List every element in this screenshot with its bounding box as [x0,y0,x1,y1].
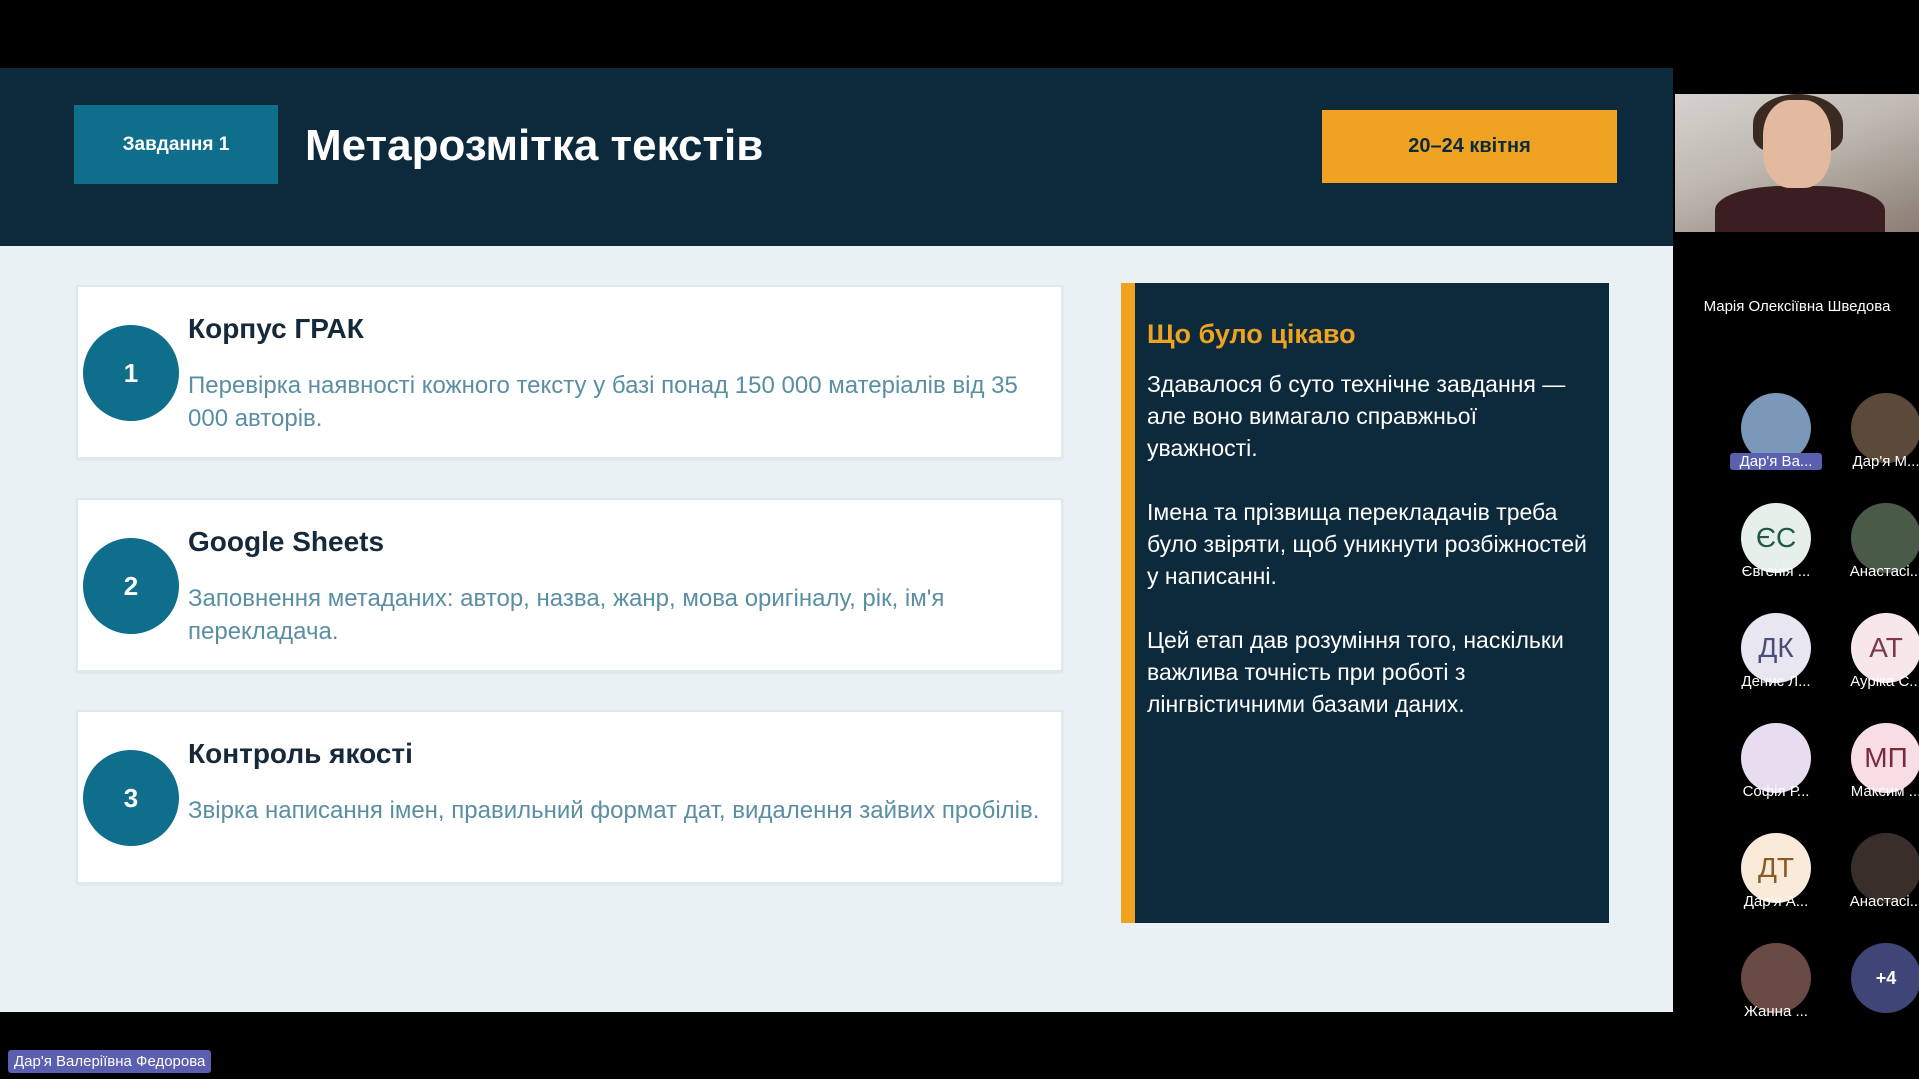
step-number: 3 [83,750,179,846]
slide-header: Завдання 1 Метарозмітка текстів 20–24 кв… [0,68,1673,246]
step-description: Перевірка наявності кожного тексту у баз… [188,372,1018,432]
step-card-1: 1 Корпус ГРАК Перевірка наявності кожног… [76,285,1063,459]
shared-slide: Завдання 1 Метарозмітка текстів 20–24 кв… [0,68,1673,1012]
step-number: 2 [83,538,179,634]
video-person-body [1715,186,1885,232]
insight-paragraph: Імена та прізвища перекладачів треба бул… [1147,499,1587,589]
participant-name: Жанна ... [1744,1003,1808,1020]
participant-name: Дар'я А... [1743,893,1809,910]
step-number: 1 [83,325,179,421]
participant-name: Софія Р... [1742,783,1810,800]
participant-name: Анастасі... [1849,893,1919,910]
step-card-3: 3 Контроль якості Звірка написання імен,… [76,710,1063,884]
more-participants-button[interactable]: +4 [1851,943,1919,1013]
step-card-2: 2 Google Sheets Заповнення метаданих: ав… [76,498,1063,672]
participant-name: Ауріка С... [1850,673,1919,690]
step-title: Контроль якості [188,738,413,769]
insight-title: Що було цікаво [1147,319,1356,349]
insight-box: Що було цікаво Здавалося б суто технічне… [1121,283,1609,923]
step-description: Заповнення метаданих: автор, назва, жанр… [188,585,945,645]
self-video-tile[interactable] [1675,94,1919,232]
step-title: Корпус ГРАК [188,313,364,344]
participant-name: Анастасі... [1849,563,1919,580]
insight-paragraph: Здавалося б суто технічне завдання — але… [1147,371,1566,461]
date-badge: 20–24 квітня [1322,110,1617,183]
participant-name: Дар'я М... [1852,453,1919,470]
insight-paragraph: Цей етап дав розуміння того, наскільки в… [1147,627,1564,717]
participant-name: Максим ... [1850,783,1919,800]
active-speaker-name: Дар'я Валеріївна Федорова [8,1050,212,1073]
step-description: Звірка написання імен, правильний формат… [188,797,1040,824]
participant-name: Денис Л... [1741,673,1811,690]
participant-name: Євгенія ... [1741,563,1811,580]
participant-name: Дар'я Ва... [1730,453,1822,470]
self-video-name: Марія Олексіївна Шведова [1703,298,1891,315]
video-person-face [1763,100,1831,188]
step-title: Google Sheets [188,526,385,557]
task-badge: Завдання 1 [74,105,278,184]
slide-title: Метарозмітка текстів [305,121,764,170]
